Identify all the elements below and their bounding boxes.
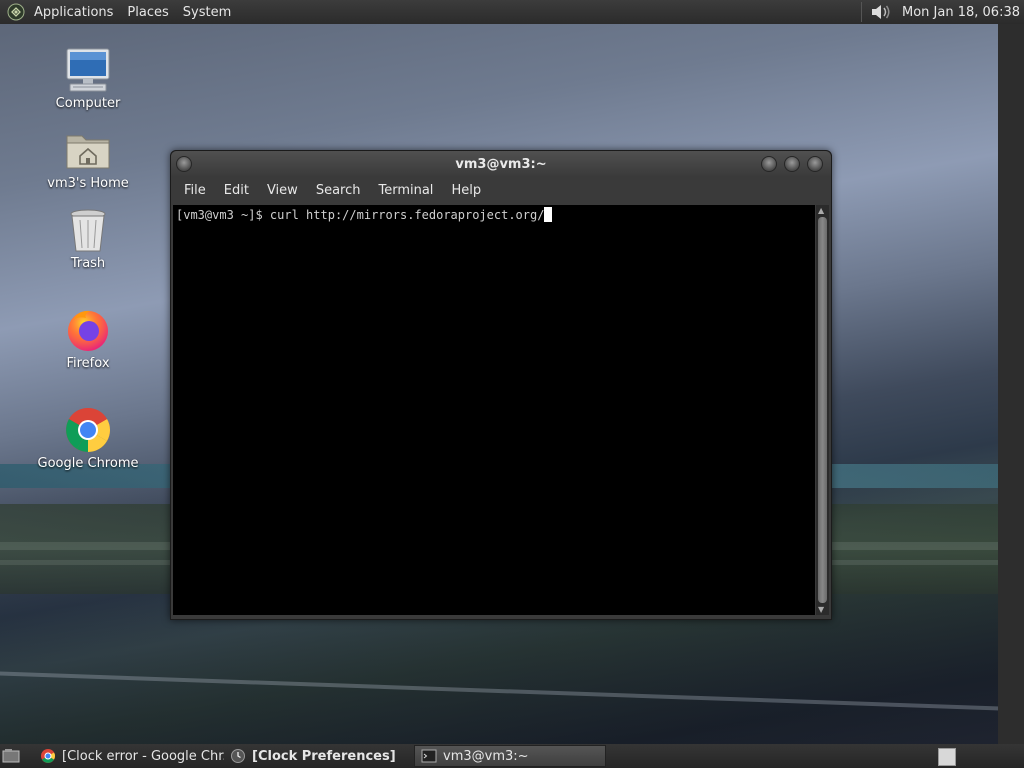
bottom-panel: [Clock error - Google Chr... [Clock Pref… bbox=[0, 744, 1024, 768]
terminal-command: curl http://mirrors.fedoraproject.org/ bbox=[269, 208, 545, 222]
volume-icon[interactable] bbox=[861, 2, 894, 22]
menu-places[interactable]: Places bbox=[120, 5, 175, 20]
taskbar-item-terminal[interactable]: vm3@vm3:~ bbox=[414, 745, 606, 767]
desktop-icon-label: vm3's Home bbox=[47, 176, 129, 191]
firefox-icon bbox=[68, 310, 108, 351]
workspace-switcher[interactable] bbox=[938, 748, 956, 766]
show-desktop-button[interactable] bbox=[0, 745, 22, 767]
menu-file[interactable]: File bbox=[175, 183, 215, 198]
terminal-window[interactable]: vm3@vm3:~ File Edit View Search Terminal… bbox=[170, 150, 832, 620]
terminal-icon bbox=[421, 749, 437, 763]
top-panel-menu: Applications Places System bbox=[0, 0, 238, 24]
desktop-icon-google-chrome[interactable]: Google Chrome bbox=[33, 406, 143, 471]
trash-icon bbox=[70, 209, 106, 252]
terminal-prompt: [vm3@vm3 ~]$ bbox=[176, 208, 270, 222]
taskbar-item-chrome[interactable]: [Clock error - Google Chr... bbox=[34, 745, 224, 767]
menu-edit[interactable]: Edit bbox=[215, 183, 258, 198]
menu-applications[interactable]: Applications bbox=[27, 5, 120, 20]
desktop-icon-home[interactable]: vm3's Home bbox=[33, 126, 143, 191]
close-button[interactable] bbox=[807, 156, 823, 172]
desktop-icon-label: Google Chrome bbox=[37, 456, 139, 471]
chrome-icon bbox=[41, 749, 55, 763]
top-panel-tray: Mon Jan 18, 06:38 bbox=[861, 0, 1024, 24]
taskbar-item-label: [Clock Preferences] bbox=[252, 748, 396, 764]
top-panel: Applications Places System Mon Jan 18, 0… bbox=[0, 0, 1024, 24]
desktop-right-edge bbox=[998, 24, 1024, 744]
computer-icon bbox=[66, 48, 110, 92]
desktop-icon-label: Trash bbox=[70, 256, 106, 271]
panel-clock[interactable]: Mon Jan 18, 06:38 bbox=[894, 5, 1024, 20]
scroll-up-icon[interactable]: ▲ bbox=[818, 206, 824, 215]
menu-view[interactable]: View bbox=[258, 183, 307, 198]
terminal-output[interactable]: [vm3@vm3 ~]$ curl http://mirrors.fedorap… bbox=[173, 205, 815, 615]
window-titlebar[interactable]: vm3@vm3:~ bbox=[171, 151, 831, 177]
window-menu-button[interactable] bbox=[176, 156, 192, 172]
taskbar-item-clock-preferences[interactable]: [Clock Preferences] bbox=[224, 745, 414, 767]
clock-icon bbox=[231, 749, 245, 763]
wallpaper-stripe bbox=[0, 671, 1000, 711]
desktop-icon-trash[interactable]: Trash bbox=[33, 206, 143, 271]
minimize-button[interactable] bbox=[761, 156, 777, 172]
desktop-icon-computer[interactable]: Computer bbox=[33, 46, 143, 111]
terminal-menubar: File Edit View Search Terminal Help bbox=[171, 177, 831, 203]
maximize-button[interactable] bbox=[784, 156, 800, 172]
show-desktop-icon bbox=[2, 749, 20, 763]
desktop-icon-firefox[interactable]: Firefox bbox=[33, 306, 143, 371]
text-cursor bbox=[544, 207, 553, 222]
applications-logo-icon[interactable] bbox=[7, 3, 25, 21]
desktop-icon-label: Computer bbox=[55, 96, 121, 111]
menu-system[interactable]: System bbox=[176, 5, 238, 20]
menu-search[interactable]: Search bbox=[307, 183, 370, 198]
scroll-down-icon[interactable]: ▼ bbox=[818, 605, 824, 614]
taskbar-item-label: vm3@vm3:~ bbox=[443, 748, 529, 764]
menu-terminal[interactable]: Terminal bbox=[369, 183, 442, 198]
chrome-icon bbox=[66, 408, 110, 452]
home-folder-icon bbox=[66, 135, 110, 169]
menu-help[interactable]: Help bbox=[442, 183, 490, 198]
scrollbar-thumb[interactable] bbox=[818, 217, 827, 603]
terminal-scrollbar[interactable]: ▲ ▼ bbox=[816, 205, 829, 615]
taskbar-item-label: [Clock error - Google Chr... bbox=[62, 748, 224, 764]
desktop-icon-label: Firefox bbox=[66, 356, 110, 371]
window-title: vm3@vm3:~ bbox=[455, 156, 547, 172]
